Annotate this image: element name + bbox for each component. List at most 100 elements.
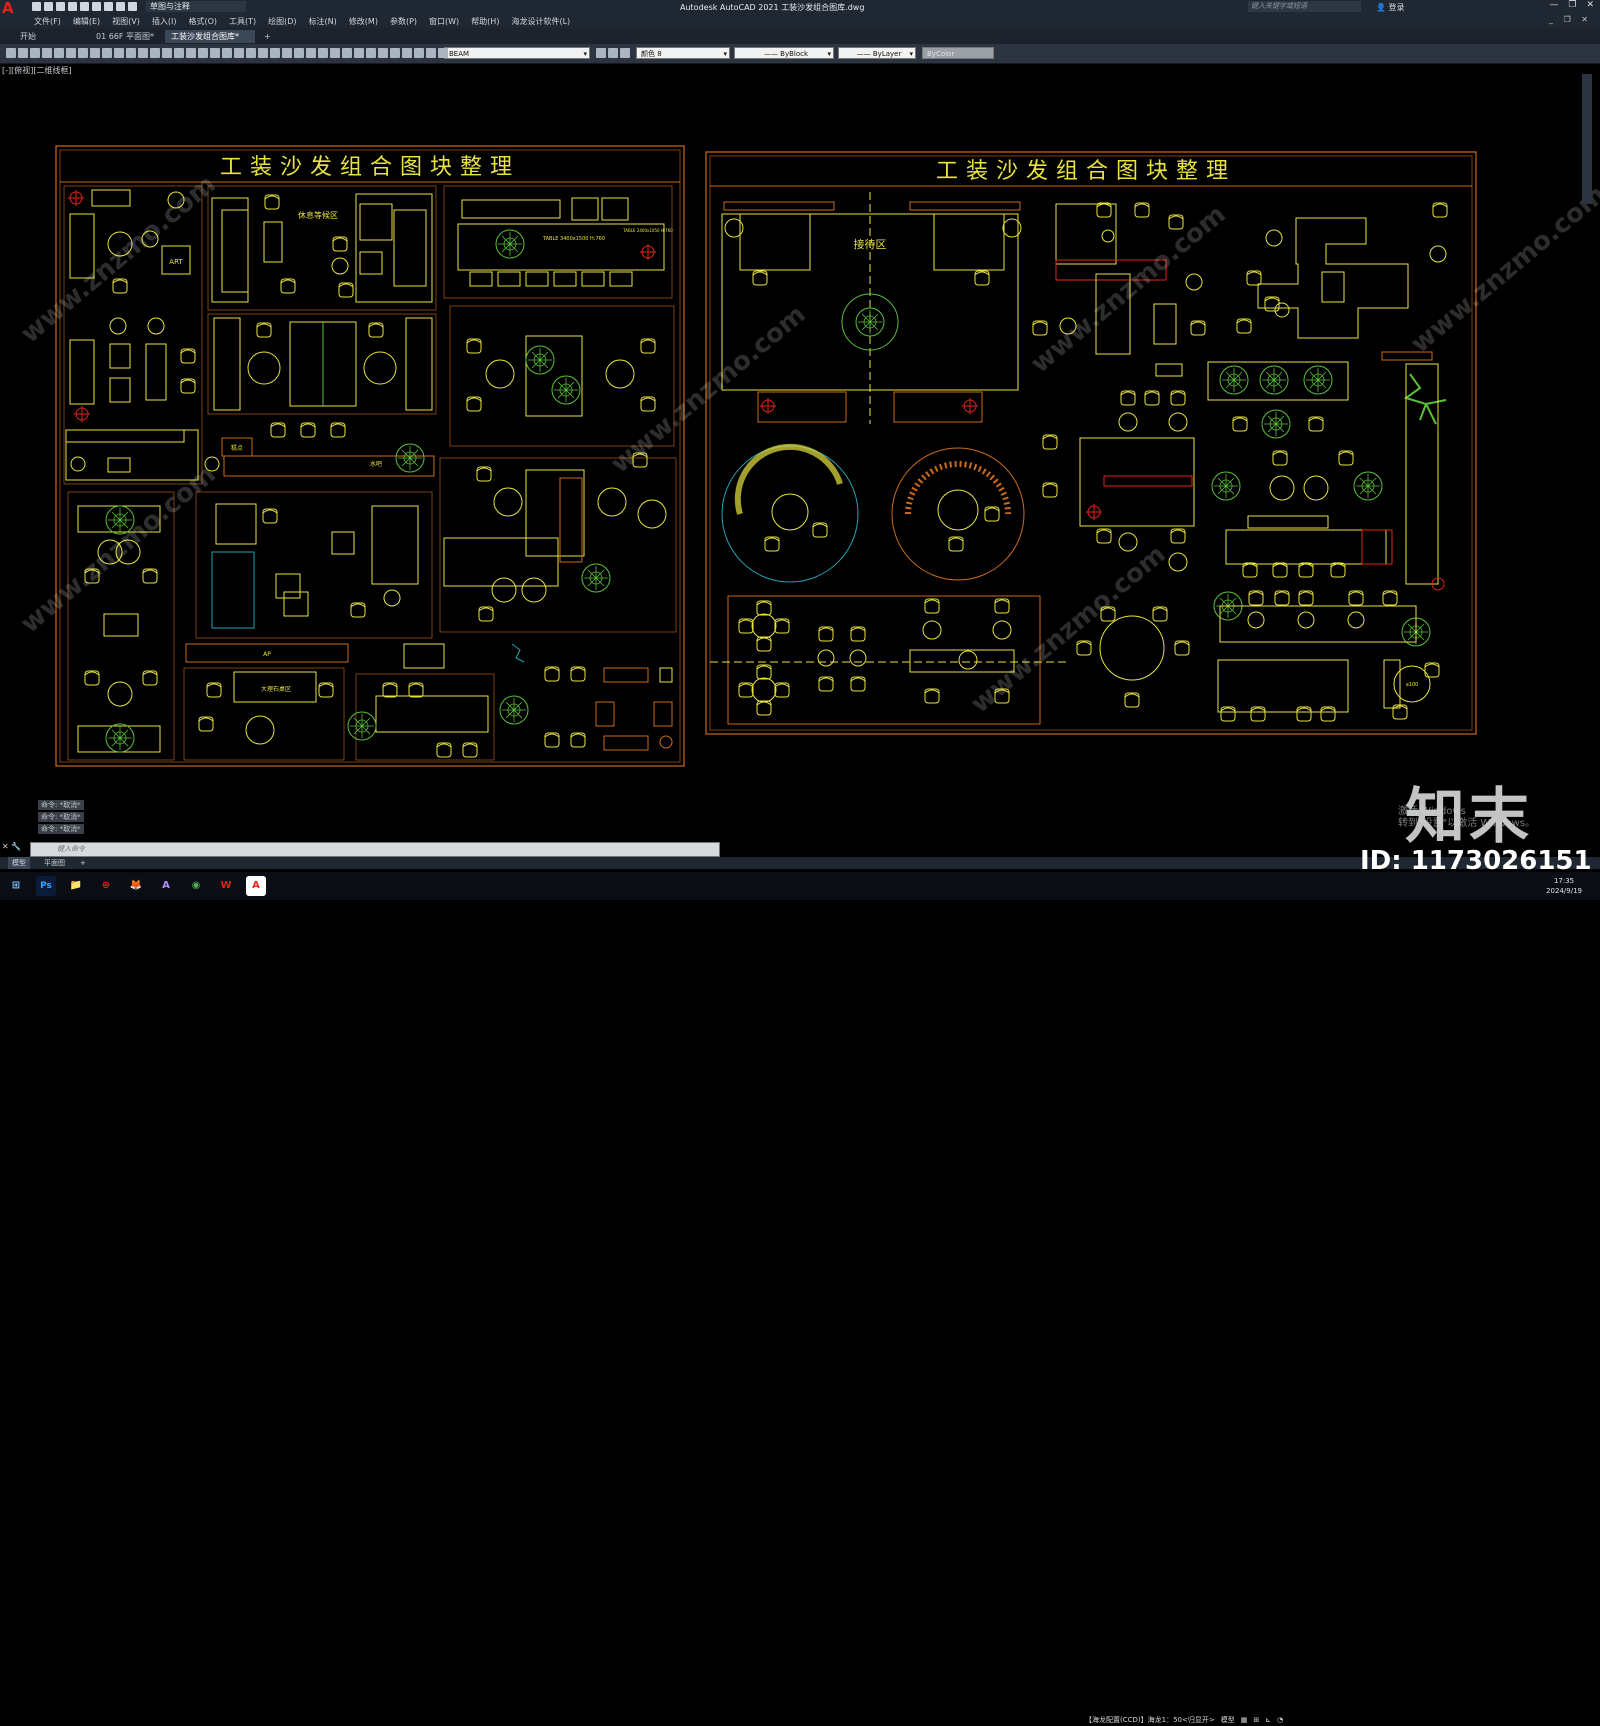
search-input[interactable]: 键入关键字或短语	[1248, 1, 1361, 12]
linetype-dropdown[interactable]: —— ByBlock ▾	[734, 47, 834, 59]
menu-item[interactable]: 编辑(E)	[73, 16, 100, 27]
menu-item[interactable]: 窗口(W)	[429, 16, 459, 27]
close-button[interactable]: ✕	[1586, 0, 1594, 10]
app-icon[interactable]: ⊛	[96, 876, 116, 896]
toolbar-tool-icon[interactable]	[186, 48, 196, 58]
ortho-icon[interactable]: ⊾	[1265, 1714, 1271, 1726]
toolbar-tool-icon[interactable]	[438, 48, 448, 58]
tab-layout-plan[interactable]: 平面图	[40, 857, 69, 869]
firefox-icon[interactable]: 🦊	[126, 876, 146, 896]
app-icon[interactable]: A	[156, 876, 176, 896]
toolbar-tool-icon[interactable]	[270, 48, 280, 58]
toolbar-tool-icon[interactable]	[318, 48, 328, 58]
vertical-scrollbar[interactable]	[1582, 74, 1592, 204]
layer-dropdown[interactable]: BEAM ▾	[444, 47, 590, 59]
redo-icon[interactable]	[128, 2, 137, 11]
toolbar-tool-icon[interactable]	[342, 48, 352, 58]
web-open-icon[interactable]	[80, 2, 89, 11]
tab-start[interactable]: 开始	[14, 30, 84, 43]
polar-icon[interactable]: ◔	[1277, 1714, 1283, 1726]
save-icon[interactable]	[56, 2, 65, 11]
toolbar-tool-icon[interactable]	[390, 48, 400, 58]
toolbar-tool-icon[interactable]	[162, 48, 172, 58]
grid-icon[interactable]: ▦	[1241, 1714, 1248, 1726]
toolbar-tool-icon[interactable]	[258, 48, 268, 58]
file-explorer-icon[interactable]: 📁	[66, 876, 86, 896]
menu-item[interactable]: 修改(M)	[349, 16, 378, 27]
chrome-icon[interactable]: ◉	[186, 876, 206, 896]
menu-item[interactable]: 参数(P)	[390, 16, 417, 27]
toolbar-tool-icon[interactable]	[42, 48, 52, 58]
toolbar-tool-icon[interactable]	[78, 48, 88, 58]
toolbar-tool-icon[interactable]	[174, 48, 184, 58]
new-file-icon[interactable]	[32, 2, 41, 11]
toolbar-tool-icon[interactable]	[114, 48, 124, 58]
menu-item[interactable]: 视图(V)	[112, 16, 140, 27]
menu-item[interactable]: 插入(I)	[152, 16, 177, 27]
annotation-scale[interactable]: 【海龙配置(CCD)】海龙1：50<归显开>	[1085, 1714, 1215, 1726]
system-clock[interactable]: 17:35 2024/9/19	[1546, 876, 1582, 896]
toolbar-tool-icon[interactable]	[90, 48, 100, 58]
snap-icon[interactable]: ⊞	[1253, 1714, 1259, 1726]
maximize-button[interactable]: ❐	[1568, 0, 1576, 10]
tab-floorplan[interactable]: 01 66F 平面图*	[90, 30, 166, 43]
toolbar-tool-icon[interactable]	[222, 48, 232, 58]
command-line-controls[interactable]: ✕ 🔧	[2, 842, 21, 851]
toolbar-tool-icon[interactable]	[378, 48, 388, 58]
toolbar-tool-icon[interactable]	[6, 48, 16, 58]
menu-item[interactable]: 海龙设计软件(L)	[511, 16, 570, 27]
mdi-controls[interactable]: _ ❐ ✕	[1549, 15, 1592, 24]
toolbar-tool-icon[interactable]	[30, 48, 40, 58]
model-space-toggle[interactable]: 模型	[1221, 1714, 1235, 1726]
menu-item[interactable]: 绘图(D)	[268, 16, 296, 27]
command-input[interactable]: 键入命令	[30, 842, 720, 857]
toolbar-tool-icon[interactable]	[596, 48, 606, 58]
toolbar-tool-icon[interactable]	[198, 48, 208, 58]
toolbar-tool-icon[interactable]	[330, 48, 340, 58]
plot-icon[interactable]	[104, 2, 113, 11]
color-dropdown[interactable]: 颜色 8 ▾	[636, 47, 730, 59]
add-layout-button[interactable]: +	[76, 857, 90, 869]
menu-item[interactable]: 格式(O)	[188, 16, 217, 27]
toolbar-tool-icon[interactable]	[282, 48, 292, 58]
minimize-button[interactable]: —	[1549, 0, 1558, 10]
toolbar-tool-icon[interactable]	[102, 48, 112, 58]
toolbar-tool-icon[interactable]	[608, 48, 618, 58]
toolbar-tool-icon[interactable]	[426, 48, 436, 58]
toolbar-tool-icon[interactable]	[66, 48, 76, 58]
start-icon[interactable]: ⊞	[6, 876, 26, 896]
toolbar-tool-icon[interactable]	[234, 48, 244, 58]
toolbar-tool-icon[interactable]	[306, 48, 316, 58]
toolbar-tool-icon[interactable]	[366, 48, 376, 58]
toolbar-tool-icon[interactable]	[150, 48, 160, 58]
toolbar-tool-icon[interactable]	[354, 48, 364, 58]
new-tab-button[interactable]: +	[258, 30, 278, 43]
toolbar-tool-icon[interactable]	[620, 48, 630, 58]
tab-sofa-library[interactable]: 工装沙发组合图库*	[165, 30, 255, 43]
undo-icon[interactable]	[116, 2, 125, 11]
workspace-switcher[interactable]: 草图与注释	[146, 1, 246, 12]
autocad-taskbar-icon[interactable]: A	[246, 876, 266, 896]
menu-item[interactable]: 文件(F)	[34, 16, 61, 27]
photoshop-icon[interactable]: Ps	[36, 876, 56, 896]
login-button[interactable]: 👤 登录	[1376, 2, 1405, 13]
toolbar-tool-icon[interactable]	[210, 48, 220, 58]
open-file-icon[interactable]	[44, 2, 53, 11]
plotstyle-dropdown[interactable]: ByColor	[922, 47, 994, 59]
lineweight-dropdown[interactable]: —— ByLayer ▾	[838, 47, 916, 59]
save-as-icon[interactable]	[68, 2, 77, 11]
wps-icon[interactable]: W	[216, 876, 236, 896]
toolbar-tool-icon[interactable]	[138, 48, 148, 58]
menu-item[interactable]: 帮助(H)	[471, 16, 499, 27]
web-save-icon[interactable]	[92, 2, 101, 11]
toolbar-tool-icon[interactable]	[246, 48, 256, 58]
toolbar-tool-icon[interactable]	[54, 48, 64, 58]
tab-model[interactable]: 模型	[8, 857, 30, 869]
drawing-canvas[interactable]: 工装沙发组合图块整理 ART 休息等候区 TABLE 3400x1500 H:7…	[0, 74, 1600, 844]
toolbar-tool-icon[interactable]	[18, 48, 28, 58]
toolbar-tool-icon[interactable]	[126, 48, 136, 58]
toolbar-tool-icon[interactable]	[402, 48, 412, 58]
menu-item[interactable]: 工具(T)	[229, 16, 256, 27]
toolbar-tool-icon[interactable]	[414, 48, 424, 58]
toolbar-tool-icon[interactable]	[294, 48, 304, 58]
